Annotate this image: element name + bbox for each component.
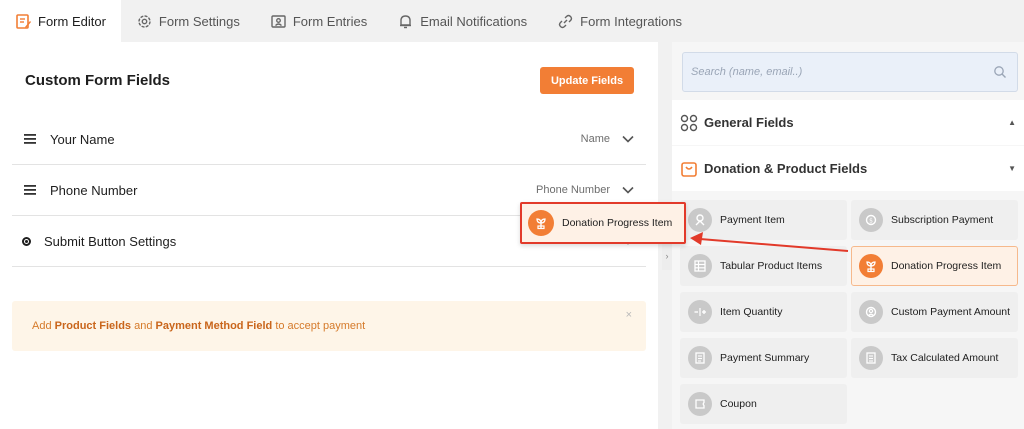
- field-label: Submit Button Settings: [44, 233, 177, 249]
- card-label: Coupon: [720, 398, 757, 410]
- update-fields-button[interactable]: Update Fields: [540, 67, 634, 94]
- drag-handle-icon[interactable]: [24, 134, 36, 144]
- seedling-icon: [859, 254, 883, 278]
- tab-form-entries[interactable]: Form Entries: [255, 0, 382, 42]
- bell-icon: [400, 14, 412, 28]
- collapse-sidebar-toggle[interactable]: ›: [662, 242, 672, 270]
- notice-payment-method-field: Payment Method Field: [155, 320, 273, 332]
- tab-form-integrations[interactable]: Form Integrations: [542, 0, 697, 42]
- coupon-icon: [688, 392, 712, 416]
- dragged-field-donation-progress-item[interactable]: Donation Progress Item: [520, 202, 686, 244]
- card-label: Donation Progress Item: [891, 260, 1002, 272]
- field-row-your-name[interactable]: Your Name Name: [12, 114, 646, 165]
- payment-item-icon: [688, 208, 712, 232]
- page-title: Custom Form Fields: [25, 72, 171, 89]
- search-input[interactable]: Search (name, email..): [682, 52, 1018, 92]
- field-card-tax-calculated-amount[interactable]: Tax Calculated Amount: [851, 338, 1018, 378]
- summary-icon: [688, 346, 712, 370]
- card-label: Item Quantity: [720, 306, 783, 318]
- notice-prefix: Add: [32, 320, 55, 332]
- card-label: Payment Summary: [720, 352, 810, 364]
- field-card-payment-summary[interactable]: Payment Summary: [680, 338, 847, 378]
- search-icon: [994, 66, 1006, 78]
- chevron-down-icon[interactable]: [622, 186, 634, 194]
- quantity-icon: [688, 300, 712, 324]
- tab-form-settings[interactable]: Form Settings: [121, 0, 255, 42]
- close-icon[interactable]: ×: [626, 309, 632, 321]
- tab-label: Email Notifications: [420, 13, 528, 29]
- drag-handle-icon[interactable]: [24, 185, 36, 195]
- section-general-fields[interactable]: General Fields ▲: [672, 100, 1024, 145]
- shopping-bag-icon: [681, 161, 697, 177]
- field-type: Phone Number: [536, 184, 610, 196]
- payment-notice: Add Product Fields and Payment Method Fi…: [12, 301, 646, 351]
- edit-form-icon: [16, 13, 31, 29]
- chevron-down-icon[interactable]: [622, 135, 634, 143]
- tab-email-notifications[interactable]: Email Notifications: [382, 0, 542, 42]
- field-card-tabular-product-items[interactable]: Tabular Product Items: [680, 246, 847, 286]
- seedling-icon: [528, 210, 554, 236]
- tab-bar: Form Editor Form Settings Form Entries E…: [0, 0, 1024, 42]
- field-card-coupon[interactable]: Coupon: [680, 384, 847, 424]
- tab-label: Form Integrations: [580, 13, 683, 29]
- card-label: Subscription Payment: [891, 214, 994, 226]
- field-type: Name: [580, 133, 610, 145]
- card-label: Tax Calculated Amount: [891, 352, 999, 364]
- caret-up-icon: ▲: [1008, 118, 1016, 127]
- search-placeholder: Search (name, email..): [691, 66, 803, 78]
- subscription-icon: $: [859, 208, 883, 232]
- table-icon: [688, 254, 712, 278]
- tab-label: Form Entries: [292, 13, 368, 29]
- tab-label: Form Editor: [38, 13, 106, 29]
- custom-amount-icon: [859, 300, 883, 324]
- gear-icon: [138, 14, 151, 28]
- field-card-donation-progress-item[interactable]: Donation Progress Item: [851, 246, 1018, 286]
- drag-item-label: Donation Progress Item: [562, 217, 673, 229]
- field-card-item-quantity[interactable]: Item Quantity: [680, 292, 847, 332]
- caret-down-icon: ▼: [1008, 164, 1016, 173]
- field-label: Your Name: [50, 131, 115, 147]
- svg-text:$: $: [869, 218, 873, 225]
- link-icon: [558, 14, 573, 28]
- section-donation-product-fields[interactable]: Donation & Product Fields ▼: [672, 146, 1024, 191]
- tab-form-editor[interactable]: Form Editor: [0, 0, 121, 42]
- card-label: Custom Payment Amount: [891, 306, 1011, 318]
- submit-settings-icon: [22, 236, 31, 246]
- notice-middle: and: [131, 320, 156, 332]
- section-title: Donation & Product Fields: [704, 161, 868, 176]
- user-card-icon: [271, 14, 286, 28]
- tax-icon: [859, 346, 883, 370]
- notice-product-fields: Product Fields: [54, 320, 132, 332]
- field-label: Phone Number: [50, 182, 138, 198]
- field-picker-sidebar: Search (name, email..) General Fields ▲ …: [672, 42, 1024, 429]
- tab-label: Form Settings: [158, 13, 240, 29]
- field-card-custom-payment-amount[interactable]: Custom Payment Amount: [851, 292, 1018, 332]
- field-card-subscription-payment[interactable]: $ Subscription Payment: [851, 200, 1018, 240]
- section-title: General Fields: [704, 115, 794, 130]
- notice-suffix: to accept payment: [272, 320, 366, 332]
- card-label: Payment Item: [720, 214, 785, 226]
- notice-text: Add Product Fields and Payment Method Fi…: [32, 320, 365, 332]
- grid-icon: [680, 114, 698, 131]
- card-label: Tabular Product Items: [720, 260, 823, 272]
- field-card-payment-item[interactable]: Payment Item: [680, 200, 847, 240]
